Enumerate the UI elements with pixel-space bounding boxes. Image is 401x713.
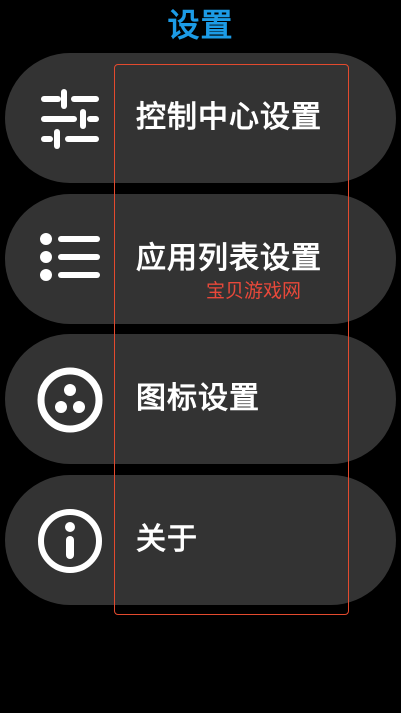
info-icon	[35, 506, 105, 576]
menu-item-label: 关于	[136, 522, 198, 557]
menu-item-about[interactable]: 关于	[5, 475, 396, 605]
menu-item-label: 控制中心设置	[136, 100, 322, 135]
dots-circle-icon	[35, 365, 105, 435]
menu-item-control-center-settings[interactable]: 控制中心设置	[5, 53, 396, 183]
list-icon	[35, 225, 105, 295]
menu-item-app-list-settings[interactable]: 应用列表设置	[5, 194, 396, 324]
menu-item-label: 图标设置	[136, 381, 260, 416]
menu-item-icon-settings[interactable]: 图标设置	[5, 334, 396, 464]
menu-item-label: 应用列表设置	[136, 241, 322, 276]
watermark-text: 宝贝游戏网	[206, 280, 302, 302]
sliders-icon	[35, 84, 105, 154]
settings-menu: 控制中心设置 应用列表设置 图标设置 关于	[0, 0, 401, 713]
